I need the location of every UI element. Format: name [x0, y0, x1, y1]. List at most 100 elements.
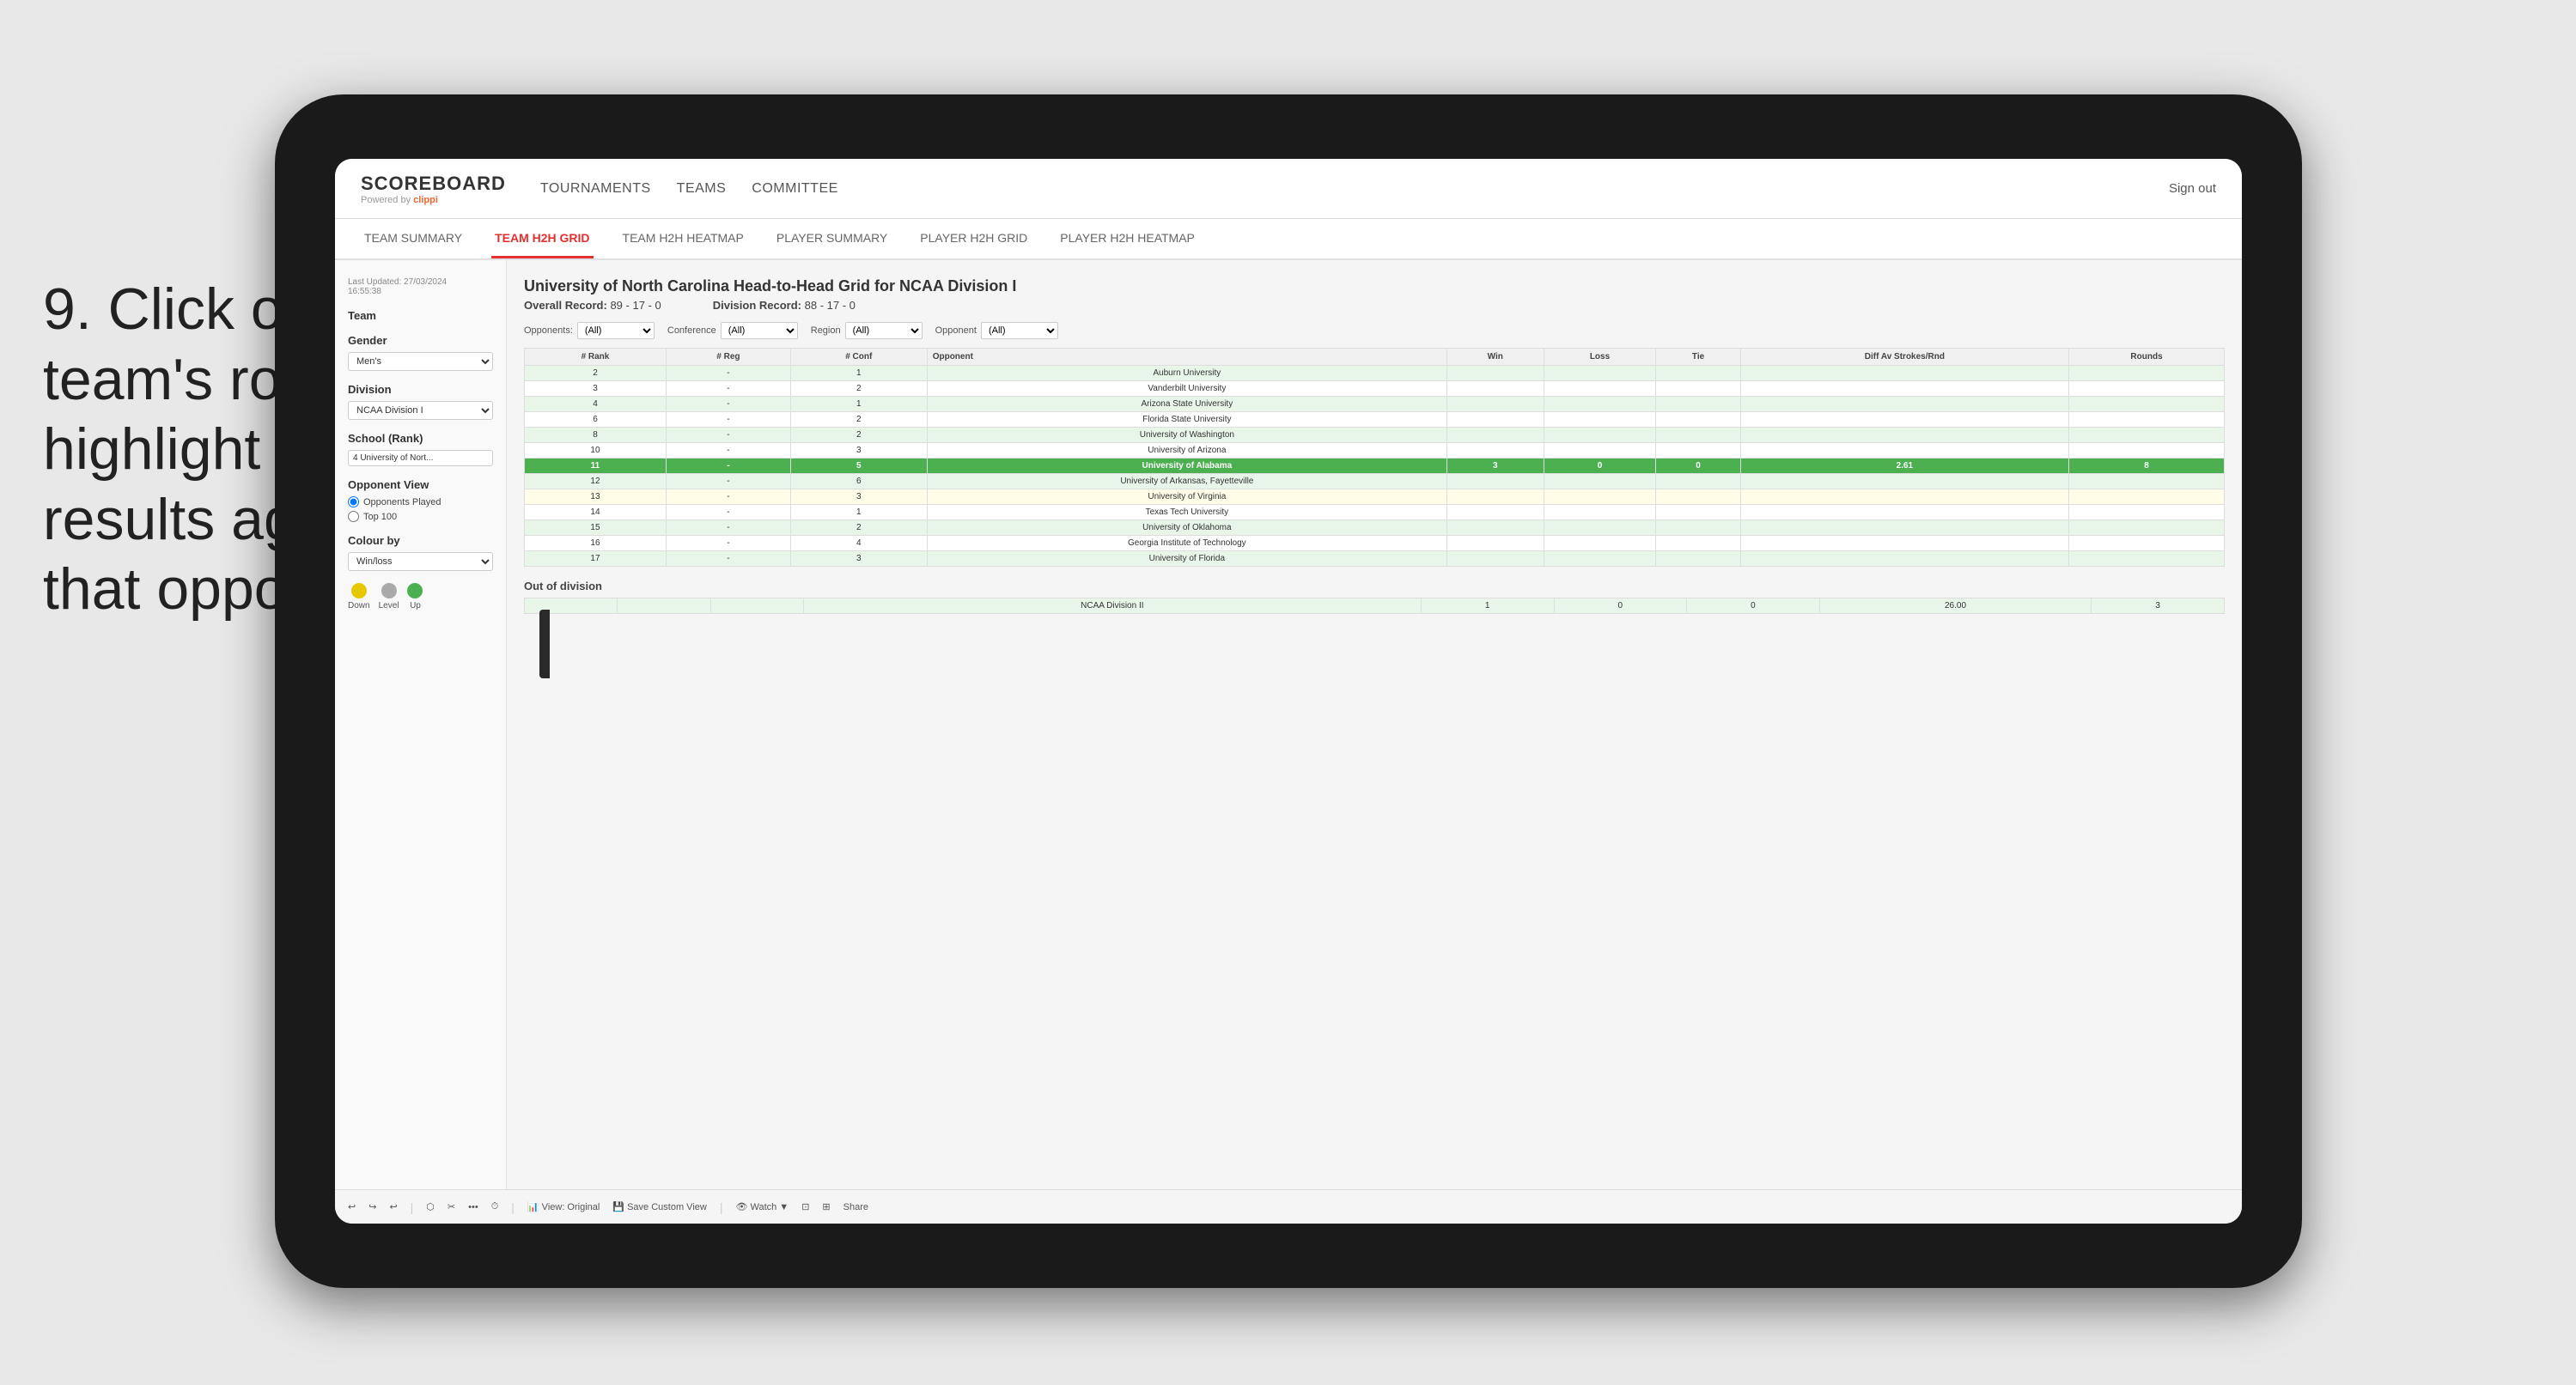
filter-region-select[interactable]: (All)	[845, 322, 923, 339]
cell-win	[1447, 412, 1544, 428]
table-row[interactable]: 8-2University of Washington	[525, 428, 2225, 443]
colour-by-select[interactable]: Win/loss	[348, 552, 493, 571]
tablet-side-button[interactable]	[539, 610, 550, 678]
cell-opponent: Arizona State University	[927, 397, 1446, 412]
toolbar-view-original[interactable]: 📊 View: Original	[527, 1201, 600, 1212]
cell-rank: 13	[525, 489, 667, 505]
toolbar-cut[interactable]: ✂	[448, 1201, 455, 1212]
sign-out-link[interactable]: Sign out	[2169, 181, 2216, 196]
filter-opponents-select[interactable]: (All)	[577, 322, 655, 339]
cell-loss	[1544, 397, 1656, 412]
cell-reg: -	[666, 536, 790, 551]
cell-rank: 3	[525, 381, 667, 397]
toolbar-undo[interactable]: ↩	[348, 1201, 356, 1212]
cell-reg: -	[666, 381, 790, 397]
toolbar-save-custom[interactable]: 💾 Save Custom View	[612, 1201, 706, 1212]
cell-win	[1447, 443, 1544, 459]
toolbar-watch[interactable]: 👁 Watch ▼	[735, 1201, 789, 1212]
subnav-team-h2h-heatmap[interactable]: TEAM H2H HEATMAP	[619, 219, 747, 258]
subnav-player-h2h-heatmap[interactable]: PLAYER H2H HEATMAP	[1057, 219, 1198, 258]
toolbar-share[interactable]: Share	[843, 1202, 868, 1212]
scene: 9. Click on a team's row to highlight re…	[0, 0, 2576, 1385]
main-content: Last Updated: 27/03/2024 16:55:38 Team G…	[335, 260, 2242, 1189]
subnav-player-summary[interactable]: PLAYER SUMMARY	[773, 219, 891, 258]
table-header-row: # Rank # Reg # Conf Opponent Win Loss Ti…	[525, 349, 2225, 366]
opponent-view-label: Opponent View	[348, 478, 493, 491]
cell-loss	[1544, 536, 1656, 551]
cell-opponent: University of Alabama	[927, 459, 1446, 474]
header-rounds: Rounds	[2069, 349, 2225, 366]
nav-tournaments[interactable]: TOURNAMENTS	[540, 177, 651, 201]
cell-tie	[1656, 428, 1740, 443]
logo-scoreboard: SCOREBOARD	[361, 173, 506, 195]
filter-opponent-select[interactable]: (All)	[981, 322, 1058, 339]
cell-rounds	[2069, 412, 2225, 428]
cell-conf: 5	[790, 459, 927, 474]
table-row[interactable]: 11-5University of Alabama3002.618	[525, 459, 2225, 474]
table-row[interactable]: 15-2University of Oklahoma	[525, 520, 2225, 536]
instruction-number: 9.	[43, 276, 92, 342]
table-row[interactable]: 2-1Auburn University	[525, 366, 2225, 381]
radio-top100[interactable]: Top 100	[348, 511, 493, 522]
cell-conf: 3	[790, 551, 927, 567]
division-select[interactable]: NCAA Division I	[348, 401, 493, 420]
cell-conf: 2	[790, 381, 927, 397]
filter-opponents: Opponents: (All)	[524, 322, 655, 339]
cell-tie	[1656, 489, 1740, 505]
bottom-toolbar: ↩ ↪ ↩ | ⬡ ✂ ••• ⏱ | 📊 View: Original 💾 S…	[335, 1189, 2242, 1224]
cell-reg: -	[666, 520, 790, 536]
table-row[interactable]: 17-3University of Florida	[525, 551, 2225, 567]
table-row[interactable]: 16-4Georgia Institute of Technology	[525, 536, 2225, 551]
h2h-table: # Rank # Reg # Conf Opponent Win Loss Ti…	[524, 348, 2225, 567]
filter-region: Region (All)	[811, 322, 923, 339]
gender-select[interactable]: Men's	[348, 352, 493, 371]
cell-win	[1447, 489, 1544, 505]
toolbar-hex[interactable]: ⬡	[426, 1201, 435, 1212]
table-row[interactable]: 13-3University of Virginia	[525, 489, 2225, 505]
cell-rank: 8	[525, 428, 667, 443]
cell-diff	[1740, 505, 2068, 520]
sidebar-team-section: Team	[348, 309, 493, 322]
table-row[interactable]: 6-2Florida State University	[525, 412, 2225, 428]
header-loss: Loss	[1544, 349, 1656, 366]
toolbar-grid-small[interactable]: ⊡	[801, 1201, 809, 1212]
cell-rounds	[2069, 520, 2225, 536]
filter-conference-select[interactable]: (All)	[721, 322, 798, 339]
toolbar-back[interactable]: ↩	[389, 1201, 397, 1212]
table-row[interactable]: 3-2Vanderbilt University	[525, 381, 2225, 397]
toolbar-clock[interactable]: ⏱	[491, 1201, 499, 1212]
overall-record: Overall Record: 89 - 17 - 0	[524, 299, 661, 312]
toolbar-grid-large[interactable]: ⊞	[822, 1201, 830, 1212]
cell-rounds	[2069, 505, 2225, 520]
toolbar-dot[interactable]: •••	[468, 1202, 478, 1212]
toolbar-sep1: |	[411, 1200, 414, 1214]
cell-conf: 6	[790, 474, 927, 489]
nav-teams[interactable]: TEAMS	[677, 177, 727, 201]
out-of-division-row[interactable]: NCAA Division II 1 0 0 26.00 3	[525, 598, 2225, 614]
cell-win	[1447, 397, 1544, 412]
subnav-team-h2h-grid[interactable]: TEAM H2H GRID	[491, 219, 593, 258]
toolbar-sep2: |	[511, 1200, 515, 1214]
legend-up: Up	[407, 583, 423, 610]
cell-rank: 15	[525, 520, 667, 536]
division-label: Division	[348, 383, 493, 396]
cell-reg: -	[666, 443, 790, 459]
out-of-division-table: NCAA Division II 1 0 0 26.00 3	[524, 598, 2225, 614]
table-row[interactable]: 4-1Arizona State University	[525, 397, 2225, 412]
table-row[interactable]: 10-3University of Arizona	[525, 443, 2225, 459]
school-value: 4 University of Nort...	[348, 450, 493, 466]
toolbar-redo[interactable]: ↪	[368, 1201, 376, 1212]
table-row[interactable]: 12-6University of Arkansas, Fayetteville	[525, 474, 2225, 489]
legend-down-dot	[351, 583, 367, 598]
cell-rounds	[2069, 551, 2225, 567]
cell-conf: 4	[790, 536, 927, 551]
sidebar-opponent-view-section: Opponent View Opponents Played Top 100	[348, 478, 493, 522]
table-row[interactable]: 14-1Texas Tech University	[525, 505, 2225, 520]
cell-rank: 16	[525, 536, 667, 551]
nav-committee[interactable]: COMMITTEE	[752, 177, 838, 201]
radio-opponents-played[interactable]: Opponents Played	[348, 496, 493, 507]
subnav-player-h2h-grid[interactable]: PLAYER H2H GRID	[917, 219, 1031, 258]
sidebar: Last Updated: 27/03/2024 16:55:38 Team G…	[335, 260, 507, 1189]
sidebar-division-section: Division NCAA Division I	[348, 383, 493, 420]
subnav-team-summary[interactable]: TEAM SUMMARY	[361, 219, 466, 258]
